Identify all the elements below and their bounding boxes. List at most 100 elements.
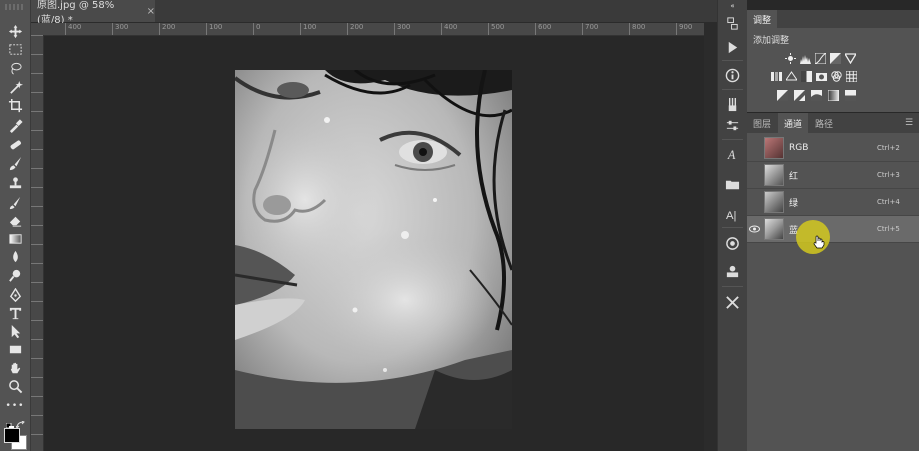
ruler-tick-label: 600 [535,23,551,35]
document-image[interactable] [235,70,512,429]
type-tool-icon[interactable] [3,304,27,322]
exposure-icon[interactable] [830,53,841,64]
magic-wand-icon[interactable] [3,78,27,96]
rectangle-tool-icon[interactable] [3,340,27,358]
paragraph-icon[interactable]: A| [722,204,743,224]
tab-channels[interactable]: 通道 [778,113,808,133]
tab-adjustments[interactable]: 调整 [747,10,777,28]
ruler-tick-label: 800 [629,23,645,35]
zoom-tool-icon[interactable] [3,377,27,395]
ruler-tick-label: 0 [253,23,260,35]
brightness-icon[interactable] [785,53,796,64]
ruler-tick [31,111,43,112]
hand-cursor-icon [813,234,825,249]
ruler-tick [31,377,43,378]
ruler-tick [31,130,43,131]
gradient-icon[interactable] [3,229,27,247]
brush-tool-icon[interactable] [3,154,27,172]
curves-icon[interactable] [815,53,826,64]
channel-thumbnail [764,137,784,159]
properties-sliders-icon[interactable] [722,115,743,135]
character-icon[interactable]: A [722,144,743,164]
toolbar-grip[interactable] [5,4,25,10]
ruler-tick [31,282,43,283]
default-colors-icon[interactable] [5,416,14,431]
channel-row-green[interactable]: 绿 Ctrl+4 [747,189,919,216]
tab-paths[interactable]: 路径 [809,113,839,133]
clone-stamp-icon[interactable] [3,174,27,192]
visibility-toggle[interactable] [747,135,761,161]
swap-colors-icon[interactable] [15,415,26,429]
channel-thumbnail [764,218,784,240]
panel-dock: « A A| [717,0,747,451]
black-white-icon[interactable] [801,71,812,82]
document-tab-bar: 原图.jpg @ 58%(蓝/8) * × [31,0,717,26]
document-tab[interactable]: 原图.jpg @ 58%(蓝/8) * × [31,0,155,26]
crop-tool-icon[interactable] [3,96,27,114]
actions-play-icon[interactable] [722,37,743,57]
path-select-icon[interactable] [3,322,27,340]
adjustments-panel: 调整 添加调整 [747,10,919,112]
hand-tool-icon[interactable] [3,359,27,377]
channels-tabbar: 图层 通道 路径 ☰ [747,113,919,133]
move-tool-icon[interactable] [3,22,27,40]
channel-mixer-icon[interactable] [831,71,842,82]
channel-row-rgb[interactable]: RGB Ctrl+2 [747,135,919,162]
foreground-color-swatch[interactable] [4,428,20,443]
levels-icon[interactable] [800,53,811,64]
history-brush-icon[interactable] [3,193,27,211]
ruler-tick-label: 400 [65,23,81,35]
invert-icon[interactable] [777,90,788,101]
channel-thumbnail [764,164,784,186]
channel-row-blue[interactable]: 蓝 Ctrl+5 [747,216,919,243]
collapse-icon[interactable]: « [722,2,743,10]
lasso-tool-icon[interactable] [3,59,27,77]
tool-presets-icon[interactable] [722,292,743,312]
eraser-icon[interactable] [3,211,27,229]
ruler-tick [31,415,43,416]
ruler-tick-label: 300 [112,23,128,35]
svg-text:A: A [727,148,736,162]
clone-source-icon[interactable] [722,261,743,281]
eye-icon[interactable] [747,216,761,242]
ruler-tick [31,358,43,359]
canvas-scroll-gutter[interactable] [704,23,717,451]
healing-brush-icon[interactable] [3,135,27,153]
marquee-tool-icon[interactable] [3,40,27,58]
color-balance-icon[interactable] [786,71,797,82]
close-icon[interactable]: × [147,6,155,17]
channel-name: 绿 [789,198,799,209]
channel-row-red[interactable]: 红 Ctrl+3 [747,162,919,189]
ruler-tick [31,73,43,74]
eyedropper-icon[interactable] [3,116,27,134]
horizontal-ruler: 400 300 200 100 0 100 200 300 400 500 600 700 800 900… [31,23,744,36]
blur-icon[interactable] [3,247,27,265]
brush-presets-icon[interactable] [722,94,743,114]
color-lookup-icon[interactable] [846,71,857,82]
panel-menu-icon[interactable]: ☰ [905,118,915,128]
info-icon[interactable] [722,65,743,85]
ruler-tick [31,301,43,302]
channel-shortcut: Ctrl+3 [877,171,900,179]
pen-tool-icon[interactable] [3,286,27,304]
vibrance-icon[interactable] [845,53,856,64]
dodge-icon[interactable] [3,266,27,284]
gradient-map-icon[interactable] [828,90,839,101]
ruler-tick [31,434,43,435]
tab-layers[interactable]: 图层 [747,113,777,133]
ruler-tick-label: 400 [441,23,457,35]
folder-icon[interactable] [722,174,743,194]
visibility-toggle[interactable] [747,189,761,215]
history-icon[interactable] [722,13,743,33]
aperture-icon[interactable] [722,233,743,253]
posterize-icon[interactable] [794,90,805,101]
more-tools-icon[interactable]: ••• [3,397,27,415]
threshold-icon[interactable] [811,90,822,101]
selective-color-icon[interactable] [845,90,856,101]
photo-filter-icon[interactable] [816,71,827,82]
ruler-tick [31,244,43,245]
portrait-photo [235,70,512,429]
hue-saturation-icon[interactable] [771,71,782,82]
ruler-tick [31,206,43,207]
visibility-toggle[interactable] [747,162,761,188]
